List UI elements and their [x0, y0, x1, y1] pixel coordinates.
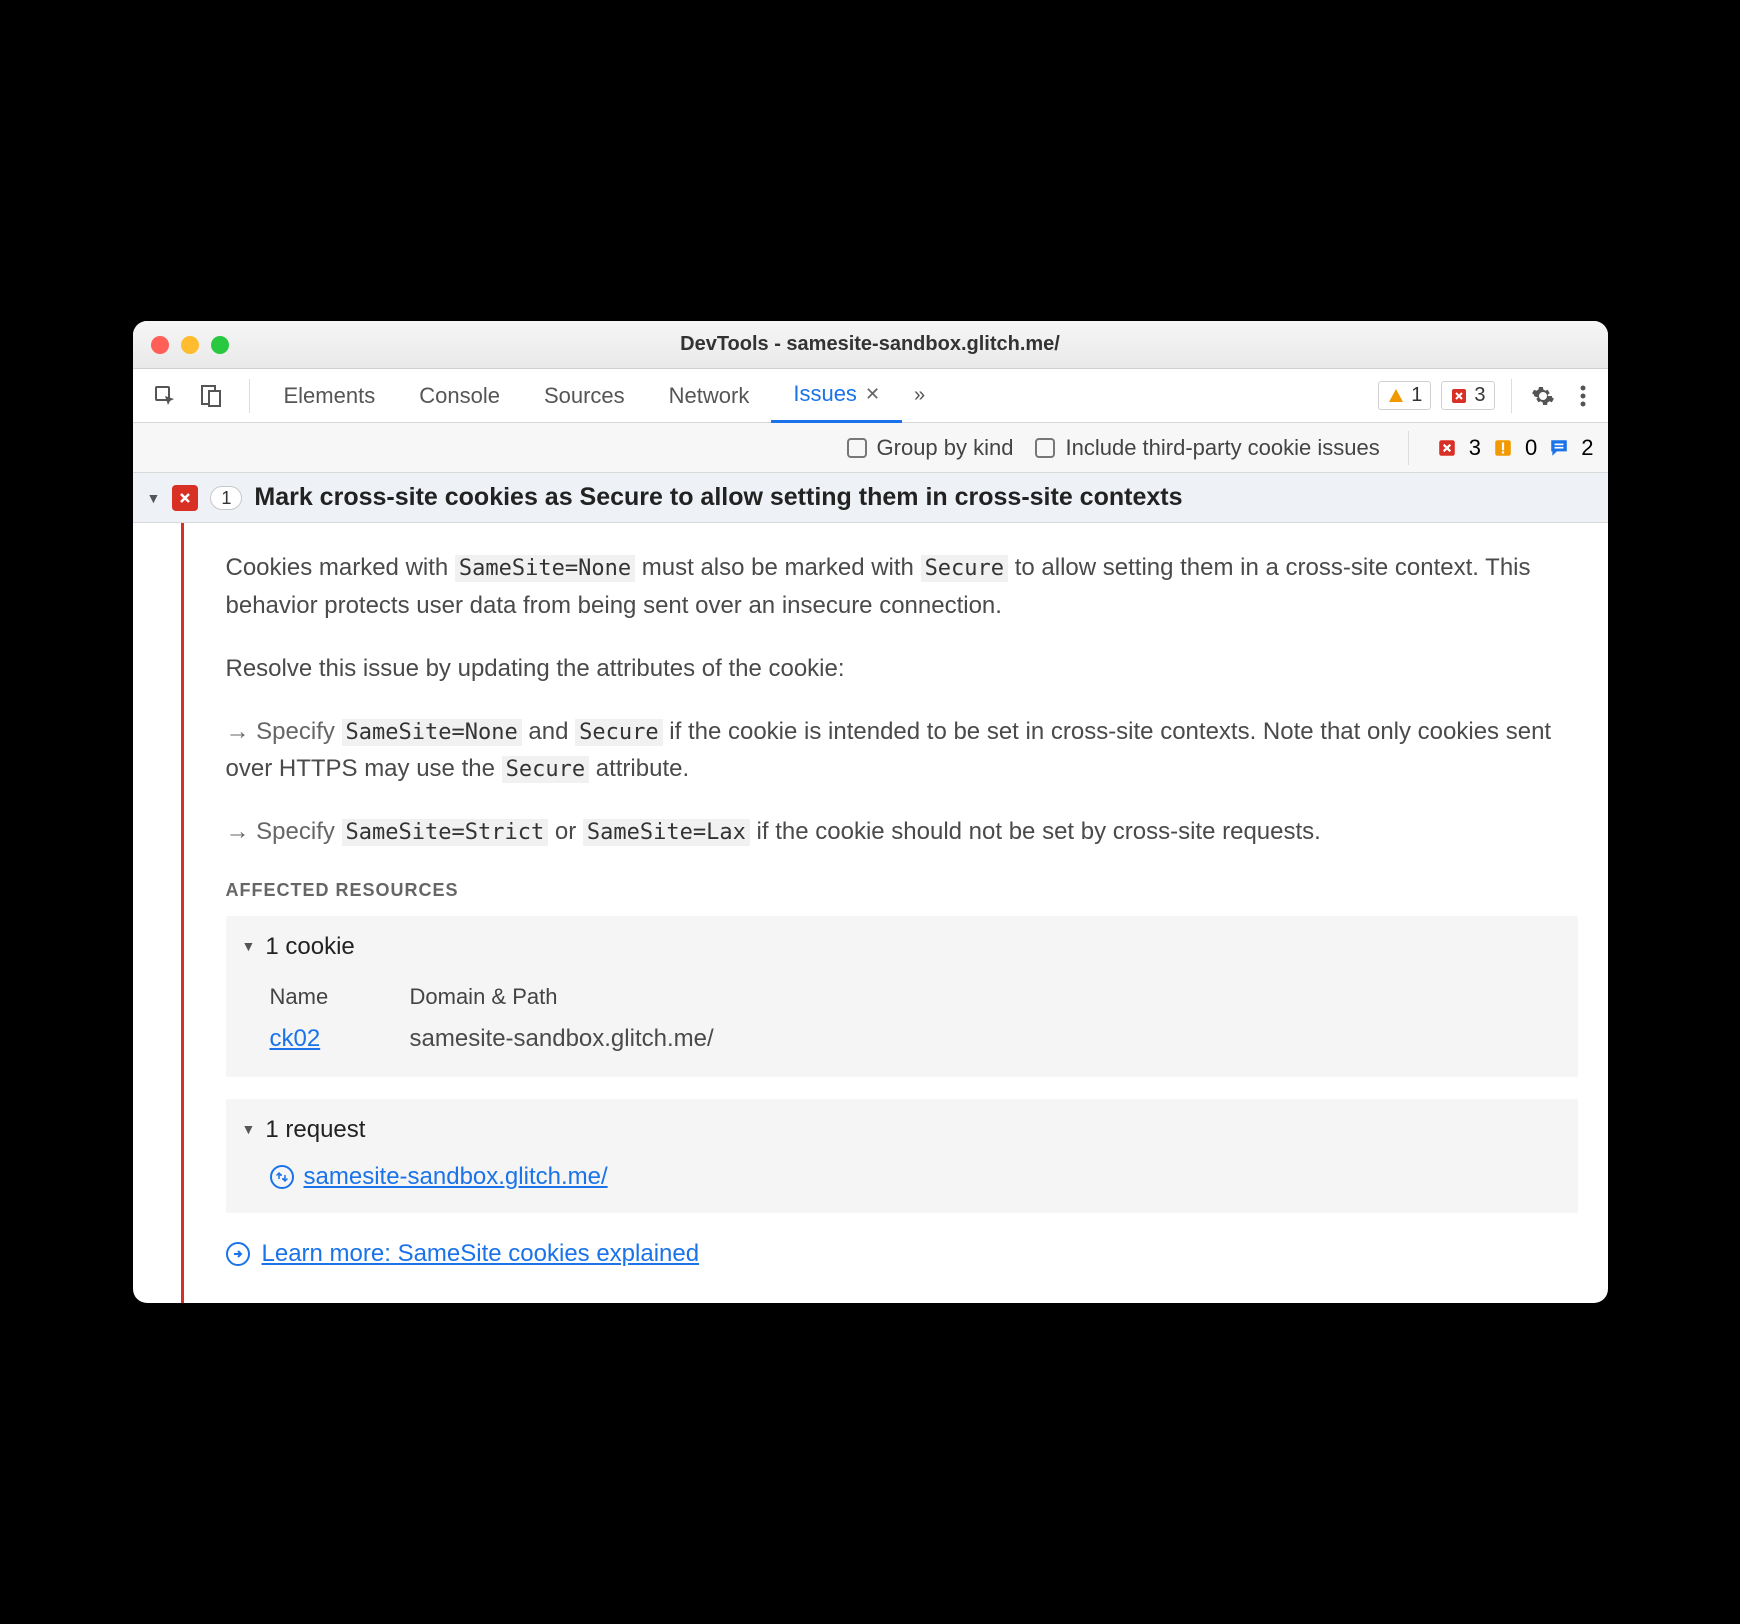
warnings-pill[interactable]: 1: [1378, 381, 1431, 410]
issue-header[interactable]: ▼ 1 Mark cross-site cookies as Secure to…: [133, 473, 1608, 523]
expand-icon: ▼: [242, 936, 256, 958]
error-icon: [1450, 387, 1468, 405]
devtools-window: DevTools - samesite-sandbox.glitch.me/ E…: [133, 321, 1608, 1302]
settings-button[interactable]: [1528, 381, 1558, 411]
message-icon: [1549, 438, 1569, 458]
issue-count: 1: [210, 486, 242, 510]
tab-sources[interactable]: Sources: [522, 369, 647, 423]
warning-count: 1: [1411, 384, 1422, 407]
more-tabs-icon[interactable]: »: [914, 384, 925, 407]
main-toolbar: Elements Console Sources Network Issues …: [133, 369, 1608, 423]
card-header[interactable]: ▼ 1 cookie: [242, 928, 1562, 965]
cookie-domain: samesite-sandbox.glitch.me/: [410, 1018, 1562, 1059]
toolbar-divider: [249, 379, 250, 413]
filter-chat: 2: [1581, 435, 1593, 461]
error-count: 3: [1474, 384, 1485, 407]
tab-issues-label: Issues: [793, 381, 857, 407]
issue-paragraph: Cookies marked with SameSite=None must a…: [226, 549, 1578, 623]
code-snippet: Secure: [502, 756, 589, 783]
filter-info: 0: [1525, 435, 1537, 461]
cookies-count: 1 cookie: [265, 928, 354, 965]
expand-icon: ▼: [242, 1119, 256, 1141]
filter-bar: Group by kind Include third-party cookie…: [133, 423, 1608, 473]
group-by-kind-label: Group by kind: [877, 435, 1014, 461]
warning-icon: [1387, 387, 1405, 405]
issue-body: Cookies marked with SameSite=None must a…: [133, 523, 1608, 1302]
code-snippet: Secure: [575, 719, 662, 746]
code-snippet: SameSite=None: [455, 555, 635, 582]
tab-console[interactable]: Console: [397, 369, 522, 423]
include-third-party-checkbox[interactable]: Include third-party cookie issues: [1035, 435, 1379, 461]
requests-count: 1 request: [265, 1111, 365, 1148]
table-row: ck02 samesite-sandbox.glitch.me/: [270, 1018, 1562, 1059]
cookies-table: Name Domain & Path ck02 samesite-sandbox…: [270, 976, 1562, 1059]
window-title: DevTools - samesite-sandbox.glitch.me/: [133, 333, 1608, 356]
error-icon: [1437, 438, 1457, 458]
expand-icon: ▼: [147, 490, 161, 506]
arrow-right-icon: [226, 1242, 250, 1266]
info-icon: [1493, 438, 1513, 458]
cookie-name-link[interactable]: ck02: [270, 1025, 321, 1052]
code-snippet: SameSite=Lax: [583, 819, 750, 846]
card-header[interactable]: ▼ 1 request: [242, 1111, 1562, 1148]
tab-network[interactable]: Network: [647, 369, 772, 423]
issue-counts: 3 0 2: [1437, 435, 1594, 461]
device-toolbar-icon[interactable]: [197, 382, 225, 410]
issue-bullet: → Specify SameSite=None and Secure if th…: [226, 713, 1578, 787]
column-domain: Domain & Path: [410, 976, 1562, 1018]
include-third-party-label: Include third-party cookie issues: [1065, 435, 1379, 461]
request-url-link[interactable]: samesite-sandbox.glitch.me/: [304, 1158, 608, 1195]
code-snippet: SameSite=None: [342, 719, 522, 746]
panel-tabs: Elements Console Sources Network Issues …: [262, 369, 926, 423]
error-badge-icon: [172, 485, 198, 511]
affected-cookies-card: ▼ 1 cookie Name Domain & Path ck02 sames…: [226, 916, 1578, 1076]
toolbar-divider: [1511, 379, 1512, 413]
more-options-button[interactable]: [1568, 381, 1598, 411]
errors-pill[interactable]: 3: [1441, 381, 1494, 410]
request-row: samesite-sandbox.glitch.me/: [270, 1158, 1562, 1195]
issue-paragraph: Resolve this issue by updating the attri…: [226, 650, 1578, 687]
code-snippet: SameSite=Strict: [342, 819, 549, 846]
learn-more-link[interactable]: Learn more: SameSite cookies explained: [262, 1235, 700, 1272]
issue-bullet: → Specify SameSite=Strict or SameSite=La…: [226, 813, 1578, 850]
close-icon[interactable]: ✕: [865, 384, 880, 405]
learn-more-row: Learn more: SameSite cookies explained: [226, 1235, 1578, 1272]
group-by-kind-checkbox[interactable]: Group by kind: [847, 435, 1014, 461]
affected-resources-label: AFFECTED RESOURCES: [226, 877, 1578, 905]
column-name: Name: [270, 976, 390, 1018]
filter-divider: [1408, 431, 1409, 465]
tab-issues[interactable]: Issues ✕: [771, 369, 902, 423]
code-snippet: Secure: [921, 555, 1008, 582]
network-icon: [270, 1165, 294, 1189]
titlebar: DevTools - samesite-sandbox.glitch.me/: [133, 321, 1608, 369]
inspect-icon[interactable]: [151, 382, 179, 410]
checkbox-icon: [1035, 438, 1055, 458]
issue-title: Mark cross-site cookies as Secure to all…: [254, 483, 1182, 512]
tab-elements[interactable]: Elements: [262, 369, 398, 423]
affected-requests-card: ▼ 1 request samesite-sandbox.glitch.me/: [226, 1099, 1578, 1213]
checkbox-icon: [847, 438, 867, 458]
filter-errors: 3: [1469, 435, 1481, 461]
